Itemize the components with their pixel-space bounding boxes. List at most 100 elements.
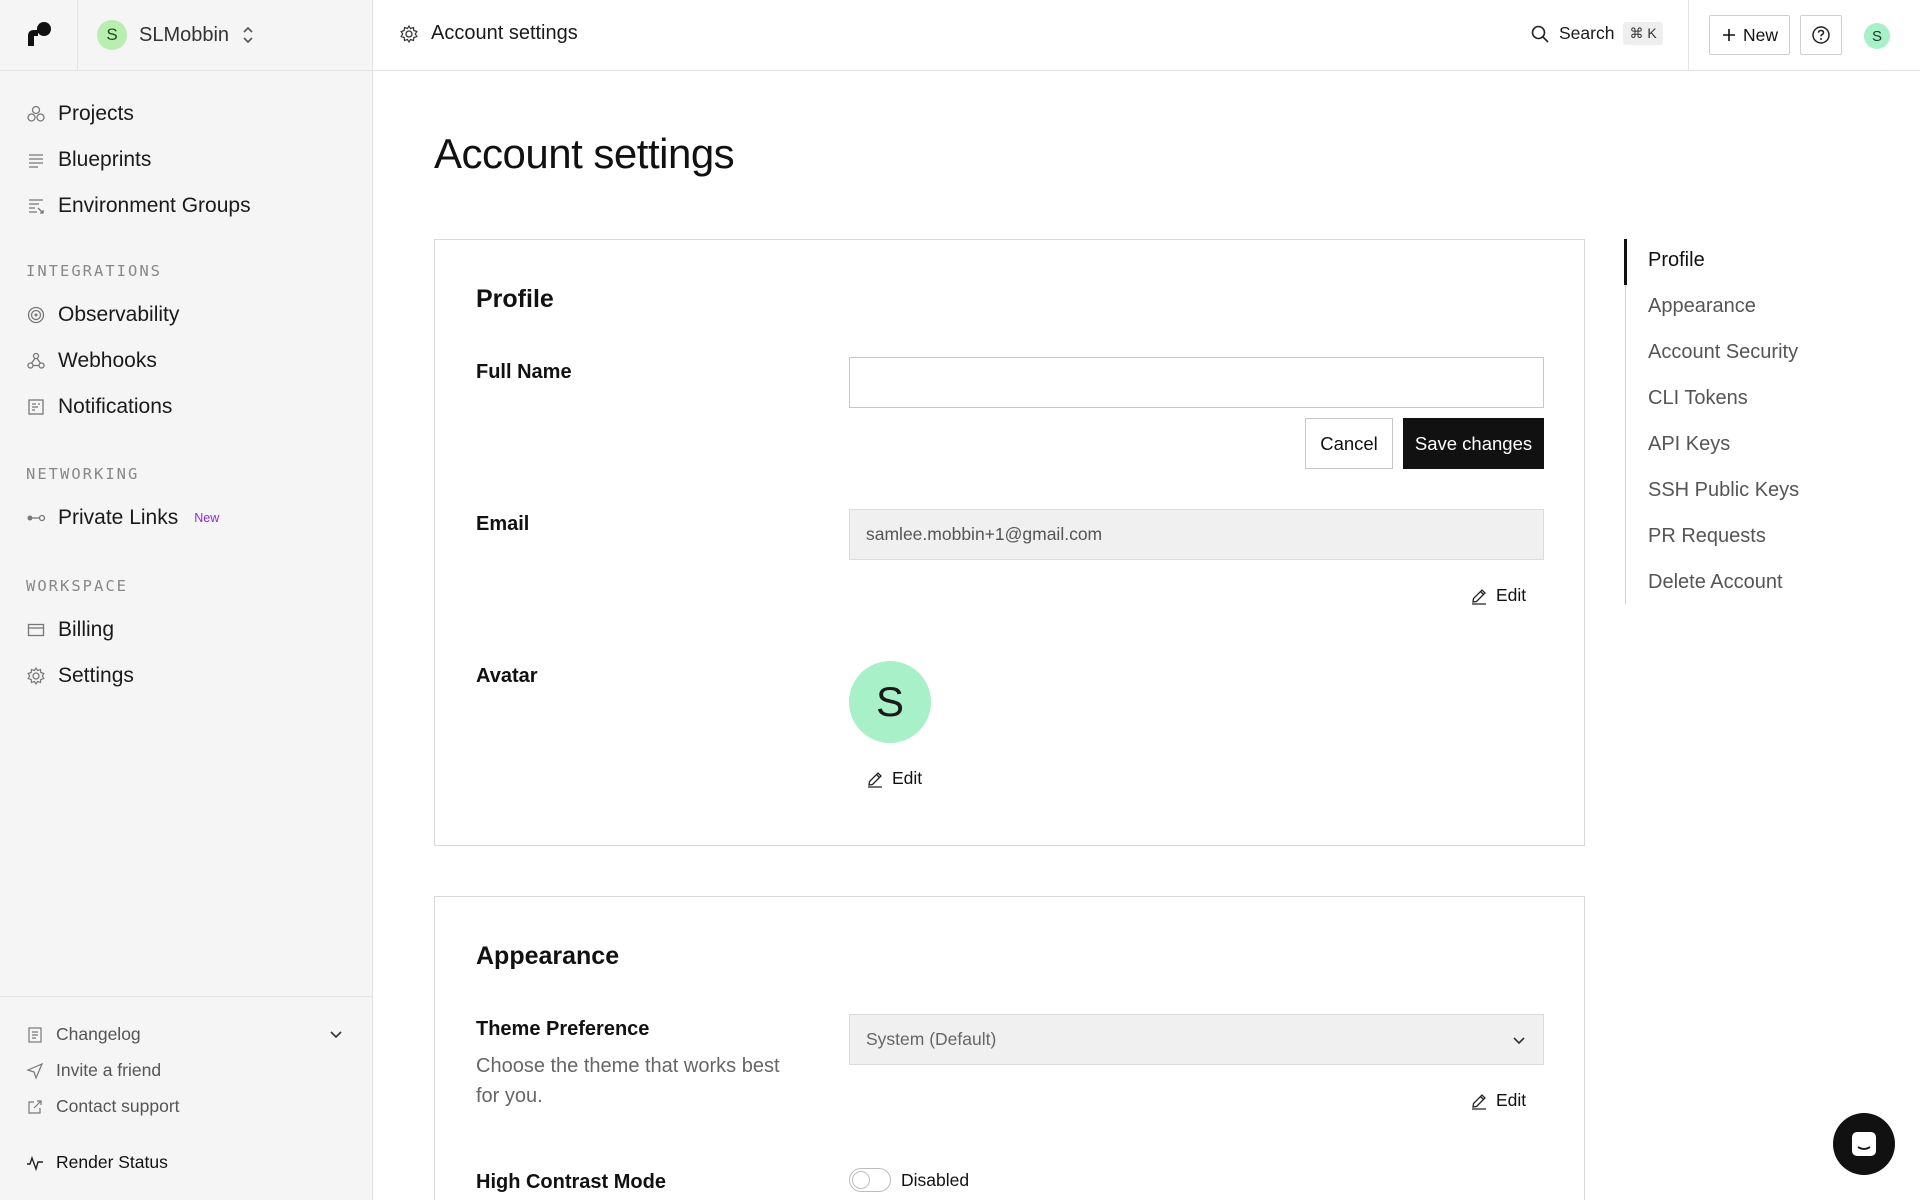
pulse-icon [27,1155,43,1171]
theme-preference-description: Choose the theme that works best for you… [476,1055,780,1107]
email-field: samlee.mobbin+1@gmail.com [849,509,1544,560]
sidebar-item-webhooks[interactable]: Webhooks [0,338,373,384]
full-name-label: Full Name [476,361,572,383]
integrations-nav: INTEGRATIONS Observability Webhooks Noti… [0,256,373,430]
plus-icon [1722,29,1735,41]
sidebar-item-notifications[interactable]: Notifications [0,384,373,430]
sidebar-item-settings[interactable]: Settings [0,653,373,699]
workspace-switcher[interactable]: S SLMobbin [97,20,255,50]
changelog-label: Changelog [56,1024,141,1044]
send-icon [26,1062,44,1080]
workspace-nav: WORKSPACE Billing Settings [0,571,373,699]
chevron-down-icon[interactable] [328,1026,344,1042]
page-title: Account settings [434,130,735,177]
theme-select-value: System (Default) [866,1029,997,1049]
gear-icon [400,24,418,43]
contact-support-item[interactable]: Contact support [26,1096,180,1117]
settings-toc: Profile Appearance Account Security CLI … [1624,239,1865,604]
full-name-input[interactable] [849,357,1544,408]
billing-icon [27,623,45,637]
invite-friend-item[interactable]: Invite a friend [26,1060,161,1081]
sidebar-item-label: Private Links [58,506,179,529]
sidebar-item-billing[interactable]: Billing [0,607,373,653]
gear-icon [27,666,45,686]
sidebar-footer: Changelog Invite a friend Contact suppor… [0,996,373,1200]
sidebar-item-label: Projects [58,102,134,125]
new-button-label: New [1742,24,1778,45]
help-icon [1812,26,1830,44]
sidebar-item-label: Billing [58,618,115,641]
email-label: Email [476,513,530,535]
observability-icon [27,306,45,324]
toc-item-api-keys[interactable]: API Keys [1648,433,1730,456]
sidebar-item-private-links[interactable]: Private Links New [0,495,373,541]
sidebar-item-label: Environment Groups [58,194,251,217]
top-bar: Account settings Search ⌘ K New S [373,0,1920,71]
cancel-button[interactable]: Cancel [1305,418,1393,469]
workspace-avatar: S [97,20,127,50]
pencil-icon [1472,588,1486,605]
sidebar-item-label: Settings [58,664,134,687]
search-button[interactable]: Search ⌘ K [1530,22,1663,45]
edit-label: Edit [892,768,923,788]
toc-active-indicator [1624,239,1627,285]
render-status-label: Render Status [56,1152,168,1172]
pencil-icon [1472,1093,1486,1110]
sidebar: S SLMobbin Projects Blueprints Environme… [0,0,373,1200]
invite-friend-label: Invite a friend [56,1060,162,1080]
chevron-up-down-icon [243,26,253,44]
edit-email-button[interactable]: Edit [1470,585,1526,606]
keyboard-shortcut: ⌘ K [1623,22,1663,45]
breadcrumb-label: Account settings [431,22,578,44]
projects-icon [27,105,45,122]
private-links-icon [27,514,46,522]
section-heading: INTEGRATIONS [26,262,162,280]
notifications-icon [28,399,44,415]
toc-item-appearance[interactable]: Appearance [1648,295,1756,318]
environment-groups-icon [29,199,44,214]
toc-item-profile[interactable]: Profile [1648,249,1705,272]
chat-icon [1852,1132,1876,1156]
high-contrast-status: Disabled [901,1170,970,1190]
new-button[interactable]: New [1709,15,1790,55]
toc-item-ssh-public-keys[interactable]: SSH Public Keys [1648,479,1799,502]
breadcrumb: Account settings [399,22,578,45]
sidebar-item-projects[interactable]: Projects [0,91,373,137]
edit-theme-button[interactable]: Edit [1470,1090,1526,1111]
toggle-knob [852,1171,870,1189]
render-status-item[interactable]: Render Status [26,1152,168,1173]
search-icon [1531,25,1549,43]
appearance-title: Appearance [476,942,620,970]
save-changes-button[interactable]: Save changes [1403,418,1544,469]
changelog-item[interactable]: Changelog [26,1024,346,1045]
sidebar-item-label: Webhooks [58,349,157,372]
user-avatar[interactable]: S [1864,23,1890,49]
sidebar-item-blueprints[interactable]: Blueprints [0,137,373,183]
help-button[interactable] [1800,15,1842,55]
profile-title: Profile [476,285,554,313]
blueprints-icon [29,154,43,168]
sidebar-item-label: Notifications [58,395,173,418]
theme-preference-label: Theme Preference [476,1018,650,1040]
high-contrast-label: High Contrast Mode [476,1171,666,1193]
edit-label: Edit [1496,585,1527,605]
contact-support-label: Contact support [56,1096,180,1116]
webhooks-icon [27,352,45,369]
changelog-icon [28,1026,42,1043]
toc-item-cli-tokens[interactable]: CLI Tokens [1648,387,1748,410]
render-logo-icon[interactable] [24,20,54,50]
sidebar-item-label: Observability [58,303,180,326]
toc-item-account-security[interactable]: Account Security [1648,341,1798,364]
sidebar-item-observability[interactable]: Observability [0,292,373,338]
edit-avatar-button[interactable]: Edit [866,768,922,789]
chat-launcher-button[interactable] [1833,1113,1895,1175]
new-badge: New [194,511,220,525]
toc-item-pr-requests[interactable]: PR Requests [1648,525,1766,548]
sidebar-header: S SLMobbin [0,0,372,71]
section-heading: WORKSPACE [26,577,128,595]
high-contrast-toggle[interactable] [849,1168,891,1192]
sidebar-item-environment-groups[interactable]: Environment Groups [0,183,373,229]
toc-item-delete-account[interactable]: Delete Account [1648,571,1783,594]
avatar: S [849,661,931,743]
theme-select[interactable]: System (Default) [849,1014,1544,1065]
